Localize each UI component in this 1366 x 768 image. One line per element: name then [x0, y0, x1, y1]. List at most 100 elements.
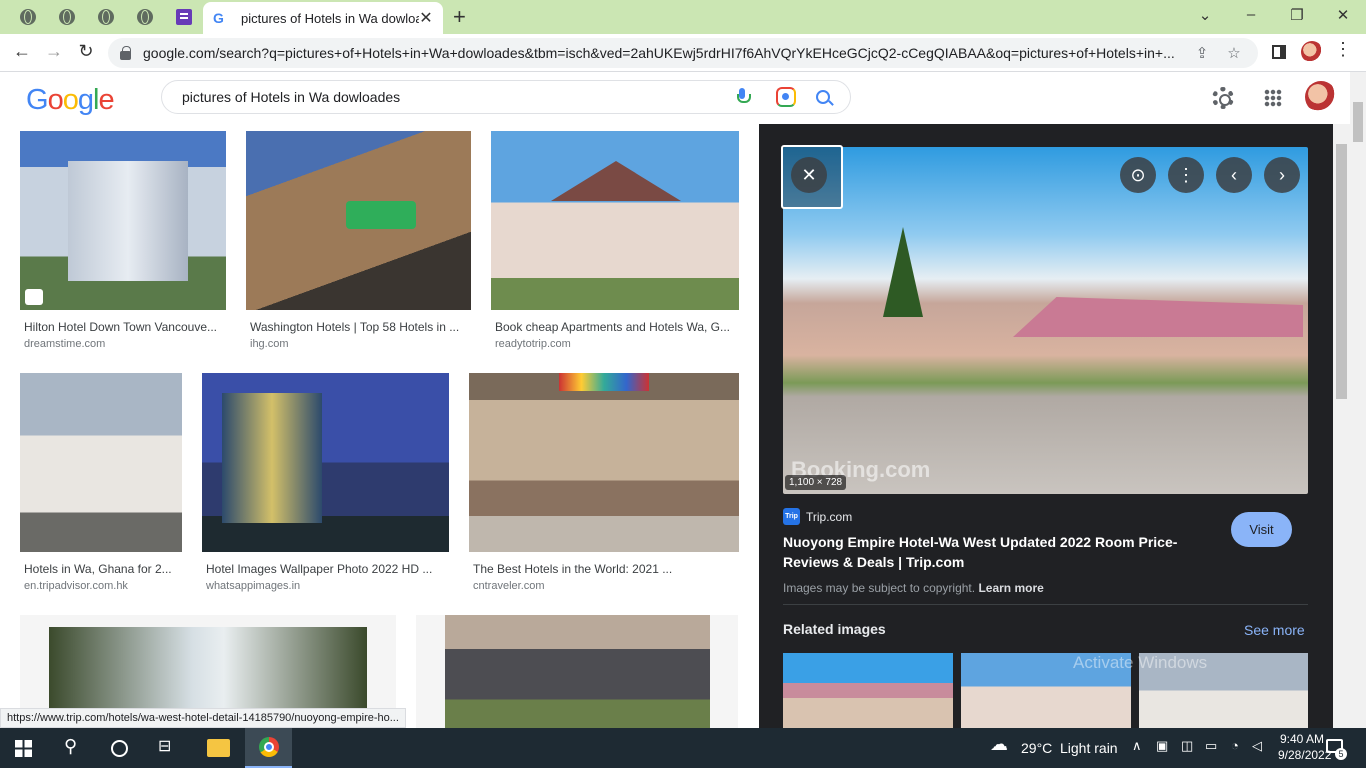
- page-scrollbar[interactable]: [1350, 72, 1366, 728]
- voice-search-icon[interactable]: [736, 87, 751, 107]
- search-query[interactable]: pictures of Hotels in Wa dowloades: [182, 89, 728, 105]
- result-image[interactable]: [469, 373, 739, 552]
- side-panel-icon[interactable]: [1272, 45, 1286, 59]
- result-source[interactable]: dreamstime.com: [24, 338, 105, 350]
- file-explorer-icon[interactable]: [207, 739, 230, 757]
- chrome-taskbar-button[interactable]: [245, 728, 292, 768]
- temperature[interactable]: 29°C: [1021, 740, 1052, 756]
- tab-search-chevron-icon[interactable]: ⌄: [1195, 6, 1215, 24]
- page-scroll-thumb[interactable]: [1353, 102, 1363, 142]
- tab-title: pictures of Hotels in Wa dowloac: [241, 10, 419, 26]
- trip-favicon-icon: Trip: [783, 508, 800, 525]
- next-image-icon[interactable]: ›: [1264, 157, 1300, 193]
- show-hidden-icons-chevron[interactable]: ∧: [1132, 738, 1142, 754]
- forward-button[interactable]: →: [43, 41, 65, 62]
- result-title[interactable]: Hilton Hotel Down Town Vancouve...: [24, 320, 224, 334]
- share-icon[interactable]: ⇪: [1190, 44, 1214, 62]
- result-image[interactable]: [416, 615, 738, 728]
- minimize-button[interactable]: –: [1241, 6, 1261, 23]
- cortana-icon[interactable]: [111, 740, 128, 757]
- reload-button[interactable]: ↻: [75, 41, 97, 62]
- lock-icon[interactable]: [120, 45, 131, 60]
- result-title[interactable]: Washington Hotels | Top 58 Hotels in ...: [250, 320, 468, 334]
- related-image[interactable]: [783, 653, 953, 728]
- tab-5[interactable]: [165, 4, 203, 30]
- result-source[interactable]: whatsappimages.in: [206, 580, 300, 592]
- tab-strip: G pictures of Hotels in Wa dowloac ✕ + ⌄…: [0, 0, 1366, 34]
- wifi-icon[interactable]: ◔: [1231, 738, 1239, 753]
- result-title[interactable]: Hotel Images Wallpaper Photo 2022 HD ...: [206, 562, 446, 576]
- copyright-text: Images may be subject to copyright.: [783, 581, 976, 595]
- google-favicon-icon: G: [213, 10, 224, 26]
- date: 9/28/2022: [1278, 748, 1332, 762]
- result-image[interactable]: [246, 131, 471, 310]
- task-view-icon[interactable]: ⊟: [158, 736, 171, 756]
- lens-search-icon[interactable]: ⊙: [1120, 157, 1156, 193]
- search-icon[interactable]: [816, 90, 830, 104]
- menu-kebab-icon[interactable]: ⋮: [1332, 39, 1354, 60]
- forms-icon: [176, 9, 192, 25]
- result-title[interactable]: Hotels in Wa, Ghana for 2...: [24, 562, 179, 576]
- chrome-icon: [259, 737, 279, 757]
- panel-title[interactable]: Nuoyong Empire Hotel-Wa West Updated 202…: [783, 532, 1203, 572]
- tab-4[interactable]: [126, 4, 164, 30]
- panel-scroll-thumb[interactable]: [1336, 144, 1347, 399]
- battery-icon[interactable]: ▭: [1205, 738, 1217, 754]
- panel-source[interactable]: Trip.com: [806, 510, 852, 524]
- globe-icon: [98, 9, 114, 25]
- url-text[interactable]: google.com/search?q=pictures+of+Hotels+i…: [143, 45, 1182, 61]
- close-icon[interactable]: ✕: [791, 157, 827, 193]
- result-source[interactable]: cntraveler.com: [473, 580, 545, 592]
- divider: [783, 604, 1308, 605]
- image-badge-icon: [25, 289, 43, 305]
- more-options-icon[interactable]: ⋮: [1168, 157, 1204, 193]
- see-more-link[interactable]: See more: [1244, 622, 1305, 638]
- learn-more-link[interactable]: Learn more: [978, 581, 1043, 595]
- status-url: https://www.trip.com/hotels/wa-west-hote…: [0, 708, 406, 728]
- meet-now-icon[interactable]: ◫: [1181, 738, 1193, 754]
- settings-gear-icon[interactable]: [1212, 87, 1234, 109]
- tab-3[interactable]: [87, 4, 125, 30]
- result-source[interactable]: readytotrip.com: [495, 338, 571, 350]
- result-source[interactable]: ihg.com: [250, 338, 289, 350]
- restore-button[interactable]: ❐: [1287, 6, 1307, 24]
- result-source[interactable]: en.tripadvisor.com.hk: [24, 580, 128, 592]
- tab-2[interactable]: [48, 4, 86, 30]
- back-button[interactable]: ←: [11, 41, 33, 62]
- result-image[interactable]: [20, 131, 226, 310]
- start-windows-icon[interactable]: [15, 740, 32, 757]
- active-tab[interactable]: G pictures of Hotels in Wa dowloac ✕: [203, 2, 443, 34]
- address-bar[interactable]: google.com/search?q=pictures+of+Hotels+i…: [108, 38, 1258, 68]
- clock[interactable]: 9:40 AM 9/28/2022: [1278, 731, 1332, 763]
- network-icon[interactable]: ▣: [1156, 738, 1168, 754]
- browser-toolbar: ← → ↻ google.com/search?q=pictures+of+Ho…: [0, 34, 1366, 72]
- search-icon[interactable]: ⚲: [64, 736, 77, 757]
- logo-letter: G: [26, 84, 49, 116]
- account-avatar[interactable]: [1305, 81, 1337, 113]
- result-title[interactable]: Book cheap Apartments and Hotels Wa, G..…: [495, 320, 737, 334]
- result-title[interactable]: The Best Hotels in the World: 2021 ...: [473, 562, 737, 576]
- time: 9:40 AM: [1279, 732, 1325, 746]
- panel-scrollbar[interactable]: [1333, 124, 1350, 728]
- search-box[interactable]: pictures of Hotels in Wa dowloades: [161, 80, 851, 114]
- logo-letter: e: [98, 84, 114, 116]
- globe-icon: [137, 9, 153, 25]
- google-logo[interactable]: Google: [26, 84, 115, 117]
- close-tab-icon[interactable]: ✕: [419, 8, 433, 28]
- close-window-button[interactable]: ✕: [1333, 6, 1353, 24]
- preview-image[interactable]: Booking.com 1,100 × 728: [783, 147, 1308, 494]
- result-image[interactable]: [20, 373, 182, 552]
- lens-icon[interactable]: [776, 87, 796, 107]
- new-tab-button[interactable]: +: [453, 6, 466, 28]
- weather-text[interactable]: Light rain: [1060, 740, 1118, 756]
- visit-button[interactable]: Visit: [1231, 512, 1292, 547]
- weather-cloud-icon[interactable]: ☁: [990, 734, 1008, 755]
- result-image[interactable]: [491, 131, 739, 310]
- previous-image-icon[interactable]: ‹: [1216, 157, 1252, 193]
- apps-grid-icon[interactable]: [1264, 89, 1282, 107]
- bookmark-star-icon[interactable]: ☆: [1222, 44, 1246, 62]
- profile-avatar[interactable]: [1301, 41, 1323, 63]
- tab-1[interactable]: [9, 4, 47, 30]
- volume-icon[interactable]: ◁: [1252, 738, 1262, 754]
- result-image[interactable]: [202, 373, 449, 552]
